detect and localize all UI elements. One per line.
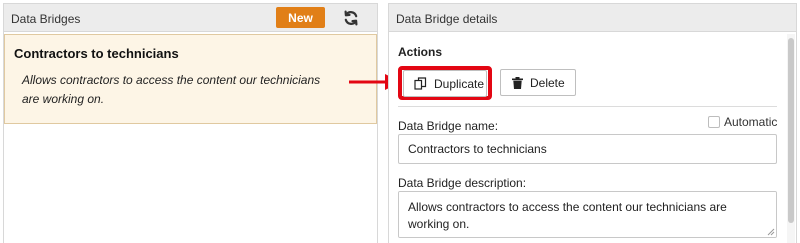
details-title: Data Bridge details <box>396 12 498 26</box>
bridge-name-input[interactable] <box>398 134 777 164</box>
duplicate-button[interactable]: Duplicate <box>403 70 487 97</box>
data-bridges-header: Data Bridges New <box>4 4 377 32</box>
name-field-label: Data Bridge name: <box>398 119 499 133</box>
bridge-description-textarea[interactable]: Allows contractors to access the content… <box>398 191 777 238</box>
details-header: Data Bridge details <box>389 4 796 32</box>
delete-button[interactable]: Delete <box>500 69 576 96</box>
new-button[interactable]: New <box>276 7 325 28</box>
data-bridges-title: Data Bridges <box>11 12 81 26</box>
resize-handle-icon[interactable] <box>767 228 775 236</box>
description-field-label: Data Bridge description: <box>398 176 527 190</box>
divider <box>398 106 777 107</box>
scrollbar-thumb[interactable] <box>788 38 794 223</box>
actions-heading: Actions <box>398 45 443 59</box>
bridge-name: Contractors to technicians <box>14 46 179 61</box>
automatic-toggle[interactable]: Automatic <box>708 115 777 129</box>
duplicate-label: Duplicate <box>434 76 485 91</box>
copy-icon <box>414 77 427 90</box>
automatic-checkbox[interactable] <box>708 116 720 128</box>
data-bridge-details-panel: Data Bridge details Actions Duplicate De… <box>388 3 797 243</box>
delete-label: Delete <box>530 75 565 90</box>
automatic-label: Automatic <box>724 115 778 129</box>
refresh-icon[interactable] <box>342 9 360 27</box>
list-item-selected[interactable]: Contractors to technicians Allows contra… <box>4 34 377 124</box>
bridge-description: Allows contractors to access the content… <box>22 73 321 106</box>
trash-icon <box>512 76 523 89</box>
data-bridges-panel: Data Bridges New Contractors to technici… <box>3 3 378 243</box>
